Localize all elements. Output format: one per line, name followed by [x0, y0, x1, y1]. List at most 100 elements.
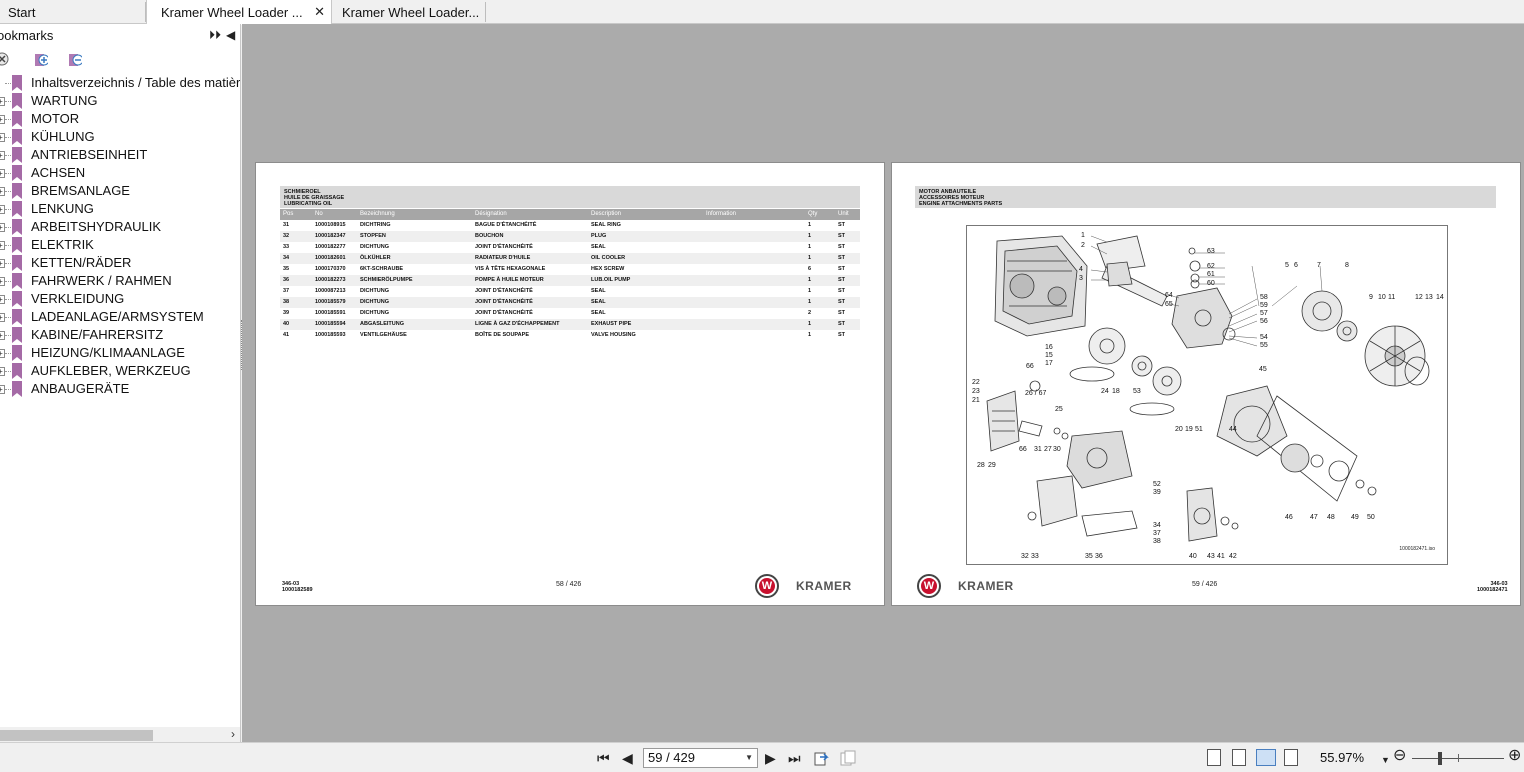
two-page-view-icon[interactable] — [1256, 749, 1276, 766]
callout-number: 9 — [1369, 294, 1373, 301]
table-cell: SEAL — [591, 299, 606, 305]
callout-number: 55 — [1260, 342, 1268, 349]
continuous-view-icon[interactable] — [1232, 749, 1246, 766]
table-row: 35 1000170370 6KT-SCHRAUBE VIS À TÊTE HEXAG… — [280, 264, 860, 275]
page-59: MOTOR ANBAUTEILE ACCESSOIRES MOTEUR ENGI… — [891, 162, 1521, 606]
bookmarks-header: ookmarks ⏵⏵ ◀ — [0, 24, 240, 48]
tree-line — [5, 245, 11, 246]
bookmark-item[interactable]: +BREMSANLAGE — [0, 182, 240, 200]
bookmark-label: ARBEITSHYDRAULIK — [31, 219, 162, 234]
table-cell: 1 — [808, 321, 812, 327]
callout-number: 25 — [1055, 406, 1063, 413]
brand-name: KRAMER — [958, 579, 1014, 593]
bookmarks-title: ookmarks — [0, 28, 54, 43]
callout-number: 36 — [1095, 553, 1103, 560]
table-cell: JOINT D'ÉTANCHÉITÉ — [475, 244, 533, 250]
table-cell: ST — [838, 222, 846, 228]
bookmark-label: ANBAUGERÄTE — [31, 381, 130, 396]
callout-number: 34 — [1153, 522, 1161, 529]
previous-page-icon[interactable]: ◀ — [622, 750, 633, 766]
bookmark-icon — [12, 327, 22, 343]
table-cell: 1 — [808, 255, 812, 261]
bookmark-item[interactable]: +MOTOR — [0, 110, 240, 128]
table-cell: SCHMIERÖLPUMPE — [360, 277, 413, 283]
next-view-icon[interactable] — [840, 750, 856, 766]
two-page-continuous-view-icon[interactable] — [1284, 749, 1298, 766]
callout-number: 59 — [1260, 302, 1268, 309]
last-page-icon[interactable]: ⏭ — [788, 750, 801, 766]
bookmark-item[interactable]: +WARTUNG — [0, 92, 240, 110]
next-page-icon[interactable]: ▶ — [765, 750, 776, 766]
table-cell: SEAL — [591, 244, 606, 250]
page-number-input[interactable]: 59 / 429 ▼ — [643, 748, 758, 768]
tab-start[interactable]: Start — [0, 0, 146, 24]
callout-number: 32 — [1021, 553, 1029, 560]
callout-number: 7 — [1317, 262, 1321, 269]
table-cell: 40 — [283, 321, 290, 327]
collapse-panel-icon[interactable]: ⏵⏵ — [209, 28, 221, 43]
bookmark-icon — [12, 165, 22, 181]
tab-kramer-active[interactable]: Kramer Wheel Loader ... ✕ — [146, 0, 332, 25]
table-cell: JOINT D'ÉTANCHÉITÉ — [475, 310, 533, 316]
table-cell: 32 — [283, 233, 290, 239]
bookmark-item[interactable]: +FAHRWERK / RAHMEN — [0, 272, 240, 290]
bookmark-item[interactable]: +ANBAUGERÄTE — [0, 380, 240, 398]
tree-line — [5, 335, 11, 336]
find-bookmark-icon[interactable] — [68, 52, 82, 66]
table-cell: SEAL RING — [591, 222, 621, 228]
bookmark-icon — [12, 273, 22, 289]
zoom-dropdown-icon[interactable]: ▼ — [1381, 752, 1390, 768]
add-bookmark-icon[interactable] — [34, 52, 48, 66]
bookmark-icon — [12, 381, 22, 397]
bookmark-label: KABINE/FAHRERSITZ — [31, 327, 164, 342]
zoom-out-icon[interactable]: ⊖ — [1393, 748, 1406, 764]
zoom-level: 55.97% — [1320, 750, 1365, 765]
tab-kramer-second[interactable]: Kramer Wheel Loader... — [333, 0, 485, 24]
footer-code: 346-03 1000182589 — [282, 581, 313, 593]
tree-line — [5, 317, 11, 318]
table-cell: PLUG — [591, 233, 607, 239]
table-cell: 1000182273 — [315, 277, 346, 283]
bookmark-item[interactable]: +ANTRIEBSEINHEIT — [0, 146, 240, 164]
bookmark-item[interactable]: +VERKLEIDUNG — [0, 290, 240, 308]
bookmark-item[interactable]: Inhaltsverzeichnis / Table des matières — [0, 74, 240, 92]
delete-bookmark-icon[interactable] — [0, 52, 9, 66]
bookmark-item[interactable]: +KABINE/FAHRERSITZ — [0, 326, 240, 344]
bookmark-icon — [12, 309, 22, 325]
bookmark-item[interactable]: +ACHSEN — [0, 164, 240, 182]
hide-panel-icon[interactable]: ◀ — [226, 28, 235, 42]
table-cell: ST — [838, 277, 846, 283]
previous-view-icon[interactable] — [814, 750, 830, 766]
page-number: 58 / 426 — [556, 581, 582, 588]
tree-line — [5, 371, 11, 372]
scrollbar-thumb[interactable] — [0, 730, 153, 741]
zoom-in-icon[interactable]: ⊕ — [1508, 748, 1521, 764]
bookmark-icon — [12, 93, 22, 109]
bookmark-item[interactable]: +LENKUNG — [0, 200, 240, 218]
bookmark-item[interactable]: +HEIZUNG/KLIMAANLAGE — [0, 344, 240, 362]
bookmark-item[interactable]: +ELEKTRIK — [0, 236, 240, 254]
table-cell: 1 — [808, 288, 812, 294]
tree-line — [5, 173, 11, 174]
bookmark-item[interactable]: +KETTEN/RÄDER — [0, 254, 240, 272]
callout-number: 57 — [1260, 310, 1268, 317]
bookmark-item[interactable]: +AUFKLEBER, WERKZEUG — [0, 362, 240, 380]
tab-label: Start — [8, 4, 36, 20]
bookmark-item[interactable]: +ARBEITSHYDRAULIK — [0, 218, 240, 236]
table-cell: 1000108915 — [315, 222, 346, 228]
table-row: 32 1000182347 STOPFEN BOUCHON PLUG 1 ST — [280, 231, 860, 242]
close-icon[interactable]: ✕ — [314, 5, 325, 18]
callout-number: 37 — [1153, 530, 1161, 537]
table-cell: ST — [838, 244, 846, 250]
zoom-slider-thumb[interactable] — [1438, 752, 1442, 765]
page-58: SCHMIEROEL HUILE DE GRAISSAGE LUBRICATIN… — [255, 162, 885, 606]
chevron-down-icon[interactable]: ▼ — [745, 749, 753, 767]
first-page-icon[interactable]: ⏮ — [597, 750, 610, 766]
scroll-right-icon[interactable]: › — [231, 727, 235, 741]
callout-number: 44 — [1229, 426, 1237, 433]
bookmark-item[interactable]: +KÜHLUNG — [0, 128, 240, 146]
callout-number: 62 — [1207, 263, 1215, 270]
callout-number: 38 — [1153, 538, 1161, 545]
single-page-view-icon[interactable] — [1207, 749, 1221, 766]
bookmark-item[interactable]: +LADEANLAGE/ARMSYSTEM — [0, 308, 240, 326]
